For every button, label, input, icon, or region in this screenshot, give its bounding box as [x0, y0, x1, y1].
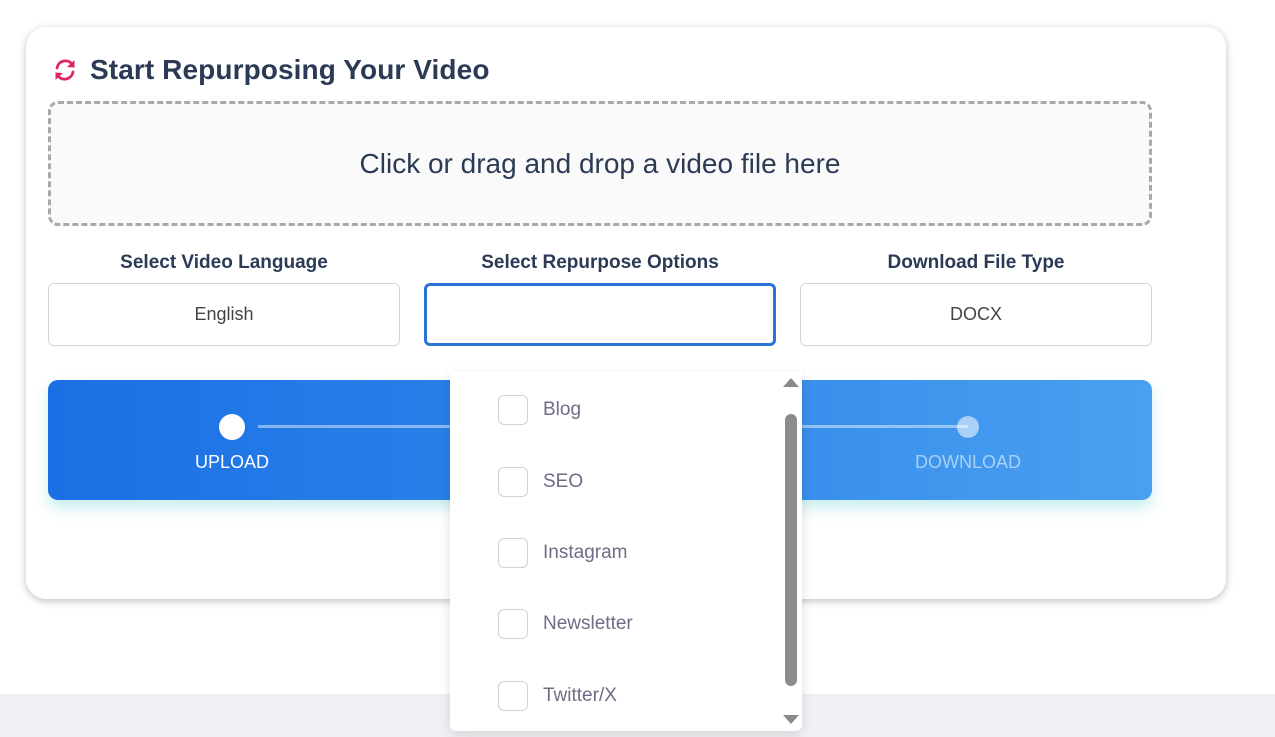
filetype-select[interactable]: DOCX [800, 283, 1152, 346]
video-dropzone[interactable]: Click or drag and drop a video file here [48, 101, 1152, 226]
scroll-down-arrow-icon[interactable] [783, 715, 799, 724]
step-label-download: DOWNLOAD [914, 452, 1021, 472]
scroll-thumb[interactable] [785, 414, 797, 686]
dropzone-text: Click or drag and drop a video file here [359, 147, 841, 179]
option-blog[interactable]: Blog [498, 395, 581, 425]
option-label: Instagram [543, 542, 628, 563]
language-select[interactable]: English [48, 283, 400, 346]
option-label: Newsletter [543, 613, 633, 634]
option-label: Blog [543, 399, 582, 420]
language-label: Select Video Language [120, 252, 328, 273]
repurpose-field: Select Repurpose Options [424, 250, 776, 346]
option-label: Twitter/X [543, 685, 617, 706]
option-checkbox[interactable] [498, 395, 528, 425]
option-checkbox[interactable] [498, 538, 528, 568]
filetype-value: DOCX [949, 304, 1002, 324]
repurpose-label: Select Repurpose Options [481, 252, 719, 273]
option-checkbox[interactable] [498, 681, 528, 711]
step-label-upload: UPLOAD [194, 452, 270, 472]
scroll-up-arrow-icon[interactable] [783, 378, 799, 387]
option-twitter[interactable]: Twitter/X [498, 681, 617, 711]
step-dot-download [957, 416, 979, 438]
filetype-field: Download File Type DOCX [800, 250, 1152, 346]
option-instagram[interactable]: Instagram [498, 538, 627, 568]
option-label: SEO [543, 471, 584, 492]
option-checkbox[interactable] [498, 609, 528, 639]
repurpose-select[interactable] [424, 283, 776, 346]
page-title: Start Repurposing Your Video [90, 54, 490, 85]
option-newsletter[interactable]: Newsletter [498, 609, 633, 639]
step-dot-upload [219, 414, 245, 440]
language-field: Select Video Language English [48, 250, 400, 346]
option-checkbox[interactable] [498, 467, 528, 497]
option-seo[interactable]: SEO [498, 467, 583, 497]
language-value: English [194, 304, 254, 324]
refresh-icon [52, 57, 78, 83]
page-title-row: Start Repurposing Your Video [52, 52, 490, 88]
filetype-label: Download File Type [887, 252, 1065, 273]
dropdown-scrollbar[interactable] [780, 372, 802, 731]
repurpose-options-dropdown: Blog SEO Instagram Newsletter Twitter/X [450, 372, 802, 731]
